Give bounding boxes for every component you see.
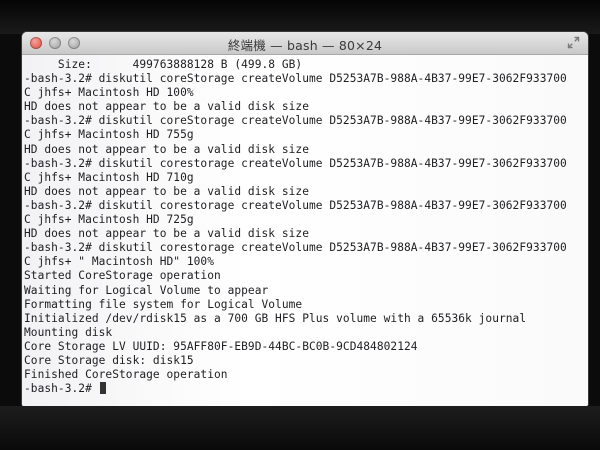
terminal-line: -bash-3.2# diskutil coreStorage createVo… xyxy=(24,114,567,128)
terminal-line: Core Storage disk: disk15 xyxy=(24,353,194,367)
terminal-line: HD does not appear to be a valid disk si… xyxy=(24,184,309,198)
terminal-line: Core Storage LV UUID: 95AFF80F-EB9D-44BC… xyxy=(24,339,418,353)
window-title: 終端機 — bash — 80×24 xyxy=(227,38,383,53)
prompt-line[interactable]: -bash-3.2# xyxy=(24,382,588,396)
monitor-bezel-top xyxy=(0,0,600,34)
terminal-line: HD does not appear to be a valid disk si… xyxy=(24,142,309,156)
terminal-line: -bash-3.2# diskutil corestorage createVo… xyxy=(24,198,567,212)
title-bar[interactable]: 終端機 — bash — 80×24 xyxy=(22,32,588,55)
terminal-line: C jhfs+ Macintosh HD 725g xyxy=(24,213,194,227)
terminal-line: C jhfs+ " Macintosh HD" 100% xyxy=(24,255,214,269)
terminal-line: -bash-3.2# diskutil corestorage createVo… xyxy=(24,241,567,255)
terminal-line: Size: 499763888128 B (499.8 GB) xyxy=(24,58,303,71)
terminal-line: Mounting disk xyxy=(24,325,113,339)
terminal-line: Waiting for Logical Volume to appear xyxy=(24,283,269,297)
fullscreen-arrows-icon[interactable] xyxy=(567,36,580,49)
text-cursor xyxy=(99,382,106,395)
terminal-output[interactable]: Size: 499763888128 B (499.8 GB) -bash-3.… xyxy=(22,55,588,406)
terminal-line: Started CoreStorage operation xyxy=(24,269,221,283)
terminal-line: C jhfs+ Macintosh HD 100% xyxy=(24,86,194,100)
terminal-line: -bash-3.2# diskutil coreStorage createVo… xyxy=(24,72,567,86)
terminal-line: C jhfs+ Macintosh HD 755g xyxy=(24,128,194,142)
shell-prompt: -bash-3.2# xyxy=(24,382,99,396)
terminal-line: Finished CoreStorage operation xyxy=(24,368,228,382)
terminal-window: 終端機 — bash — 80×24 Size: 499763888128 B … xyxy=(22,32,588,406)
terminal-line: Formatting file system for Logical Volum… xyxy=(24,297,303,311)
terminal-line: Initialized /dev/rdisk15 as a 700 GB HFS… xyxy=(24,311,527,325)
terminal-line: -bash-3.2# diskutil corestorage createVo… xyxy=(24,156,567,170)
terminal-line: HD does not appear to be a valid disk si… xyxy=(24,227,309,241)
terminal-line: HD does not appear to be a valid disk si… xyxy=(24,100,309,114)
terminal-line: C jhfs+ Macintosh HD 710g xyxy=(24,170,194,184)
monitor-bezel-bottom xyxy=(0,406,600,450)
